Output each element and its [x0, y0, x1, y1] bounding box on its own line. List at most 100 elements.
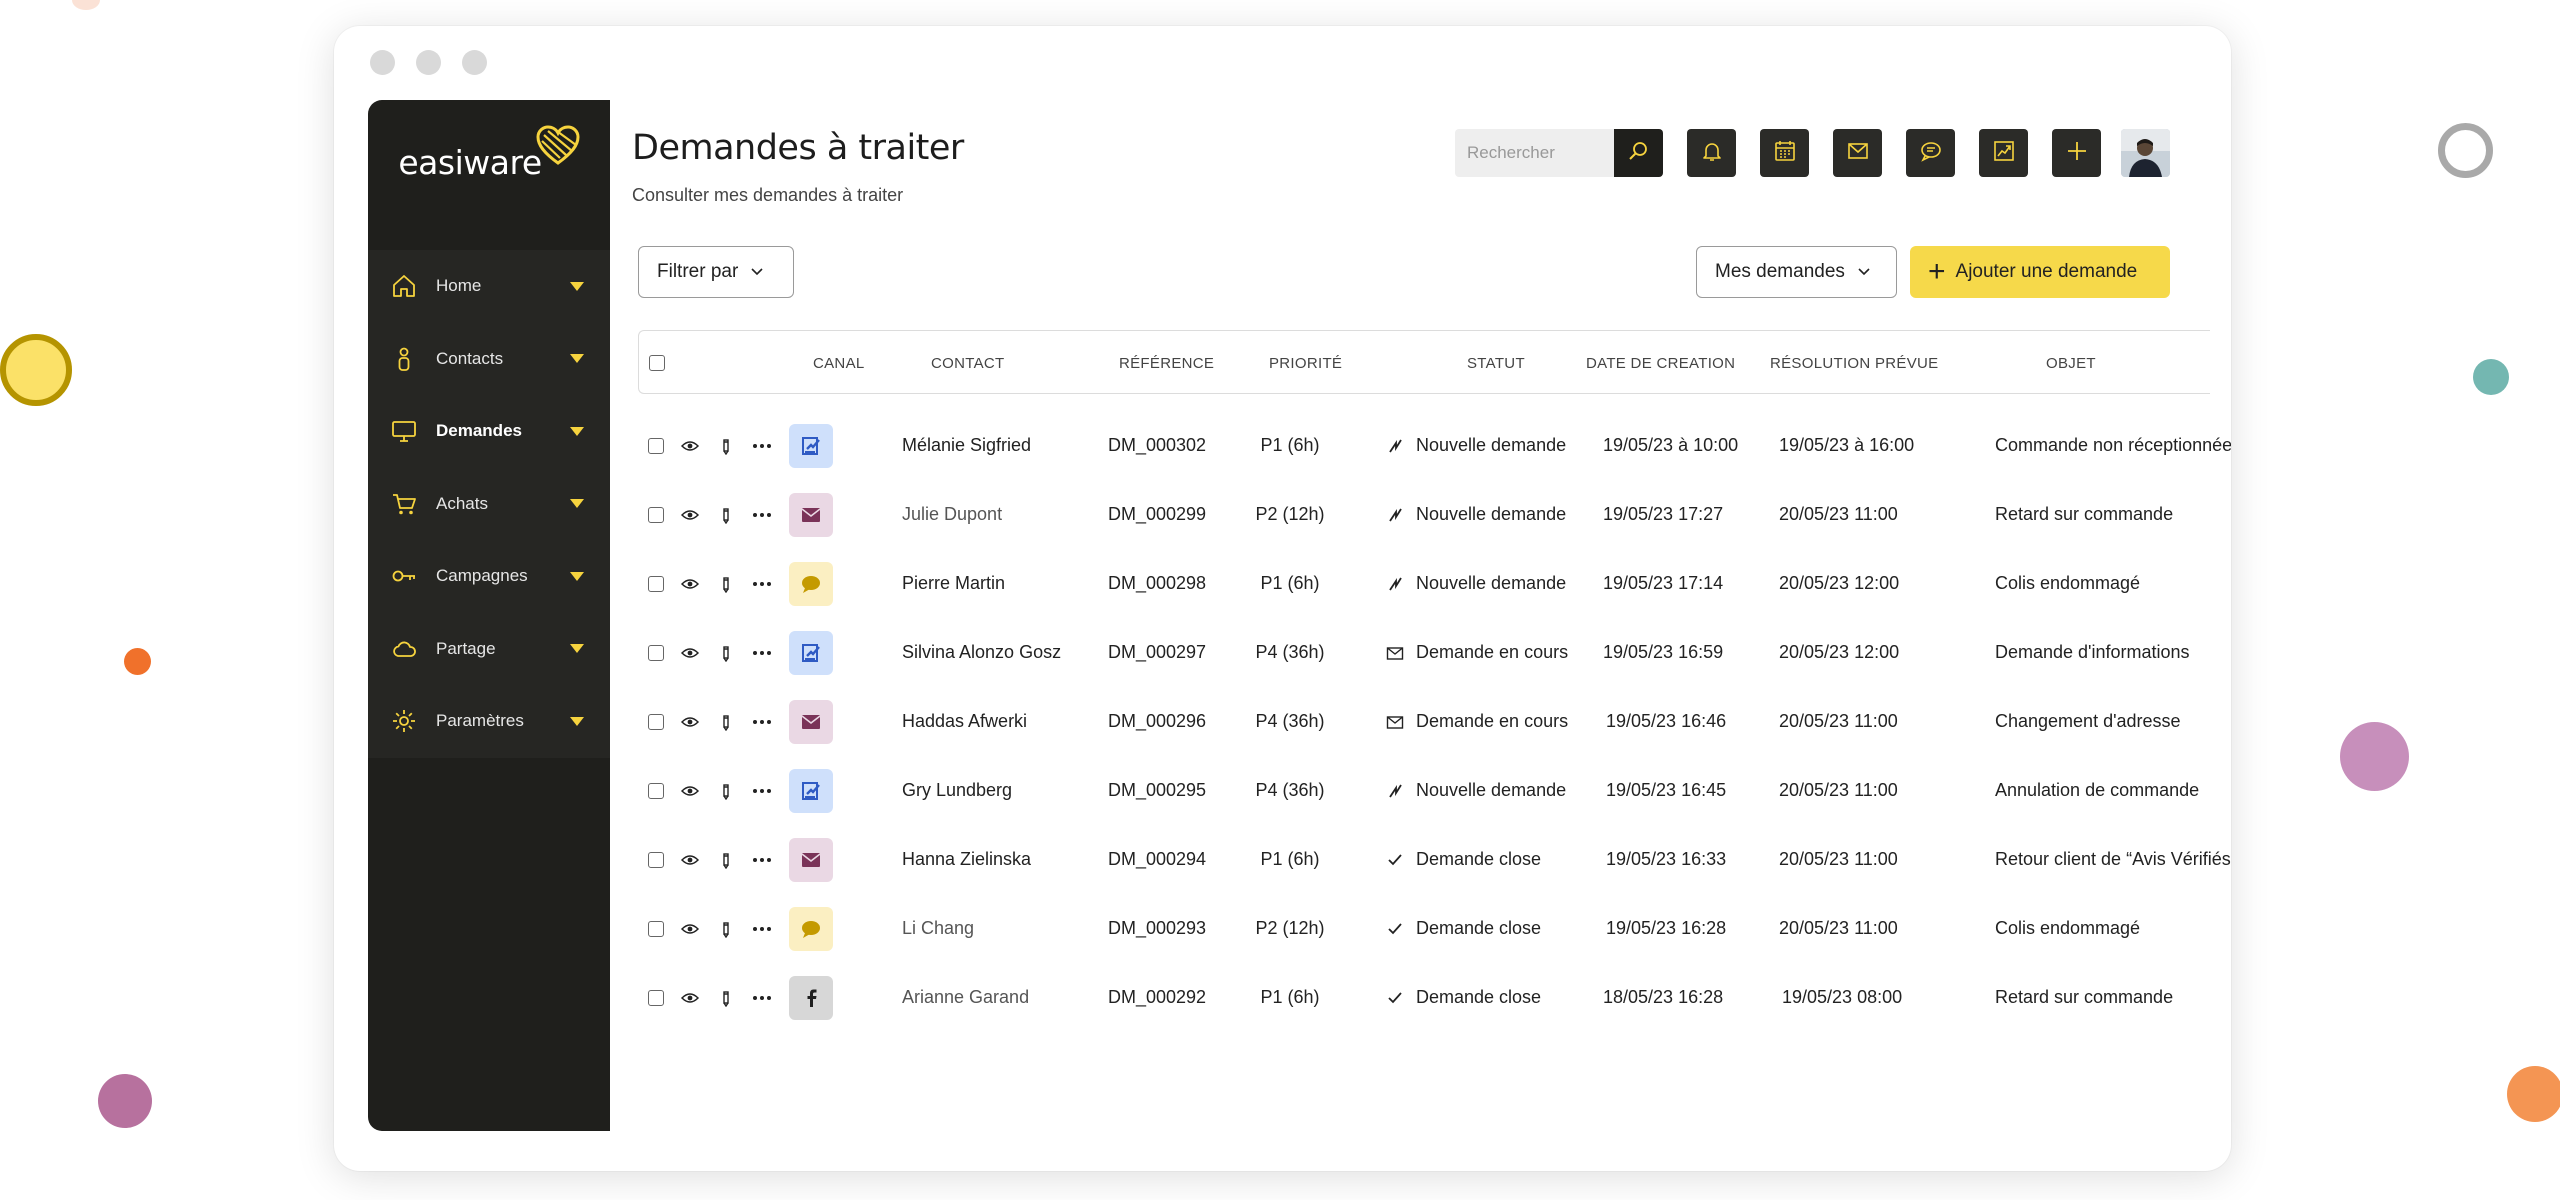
table-row[interactable]: Li Chang DM_000293 P2 (12h) Demande close 19…: [610, 894, 2231, 963]
table-row[interactable]: Gry Lundberg DM_000295 P4 (36h) Nouvelle de…: [610, 756, 2231, 825]
edit-icon[interactable]: [718, 687, 734, 756]
caret-down-icon[interactable]: [570, 499, 584, 509]
table-row[interactable]: Mélanie Sigfried DM_000302 P1 (6h) Nouvelle…: [610, 411, 2231, 480]
edit-icon[interactable]: [718, 618, 734, 687]
edit-icon[interactable]: [718, 963, 734, 1032]
more-options-icon[interactable]: [750, 963, 774, 1032]
row-checkbox[interactable]: [648, 575, 664, 592]
view-icon[interactable]: [678, 480, 702, 549]
notifications-button[interactable]: [1687, 129, 1736, 177]
contact-cell[interactable]: Julie Dupont: [902, 480, 1102, 549]
chat-button[interactable]: [1906, 129, 1955, 177]
column-header-contact[interactable]: CONTACT: [931, 331, 1004, 395]
table-row[interactable]: Julie Dupont DM_000299 P2 (12h) Nouvelle de…: [610, 480, 2231, 549]
caret-down-icon[interactable]: [570, 354, 584, 364]
sidebar-item-partage[interactable]: Partage: [368, 613, 610, 686]
more-options-icon[interactable]: [750, 549, 774, 618]
window-close-dot[interactable]: [370, 50, 395, 75]
status-label: Nouvelle demande: [1416, 573, 1567, 593]
avatar[interactable]: [2121, 129, 2170, 177]
window-maximize-dot[interactable]: [462, 50, 487, 75]
add-request-button[interactable]: + Ajouter une demande: [1910, 246, 2170, 298]
view-icon[interactable]: [678, 963, 702, 1032]
plus-icon: +: [1928, 255, 1946, 288]
row-checkbox[interactable]: [648, 851, 664, 868]
column-header-statut[interactable]: STATUT: [1467, 331, 1525, 395]
canal-cell: [789, 687, 833, 756]
table-row[interactable]: Arianne Garand DM_000292 P1 (6h) Demande cl…: [610, 963, 2231, 1032]
contact-cell[interactable]: Li Chang: [902, 894, 1102, 963]
more-options-icon[interactable]: [750, 756, 774, 825]
more-options-icon[interactable]: [750, 618, 774, 687]
search-button[interactable]: [1614, 129, 1663, 177]
canal-cell: [789, 894, 833, 963]
filter-button[interactable]: Filtrer par: [638, 246, 794, 298]
more-options-icon[interactable]: [750, 894, 774, 963]
add-button[interactable]: [2052, 129, 2101, 177]
more-options-icon[interactable]: [750, 411, 774, 480]
contact-cell[interactable]: Hanna Zielinska: [902, 825, 1102, 894]
column-header-canal[interactable]: CANAL: [813, 331, 865, 395]
more-options-icon[interactable]: [750, 825, 774, 894]
table-row[interactable]: Silvina Alonzo Gosz DM_000297 P4 (36h) Dema…: [610, 618, 2231, 687]
edit-icon[interactable]: [718, 480, 734, 549]
logo[interactable]: easiware: [368, 100, 610, 225]
contact-cell[interactable]: Mélanie Sigfried: [902, 411, 1102, 480]
caret-down-icon[interactable]: [570, 716, 584, 726]
caret-down-icon[interactable]: [570, 426, 584, 436]
view-icon[interactable]: [678, 756, 702, 825]
row-checkbox[interactable]: [648, 782, 664, 799]
edit-icon[interactable]: [718, 825, 734, 894]
sidebar-item-achats[interactable]: Achats: [368, 468, 610, 541]
status-cell: Nouvelle demande: [1386, 756, 1602, 825]
caret-down-icon[interactable]: [570, 281, 584, 291]
search-input[interactable]: [1455, 129, 1615, 177]
view-icon[interactable]: [678, 825, 702, 894]
row-checkbox[interactable]: [648, 506, 664, 523]
contact-cell[interactable]: Pierre Martin: [902, 549, 1102, 618]
edit-icon[interactable]: [718, 411, 734, 480]
sidebar-item-parametres[interactable]: Paramètres: [368, 685, 610, 758]
column-header-objet[interactable]: OBJET: [2046, 331, 2096, 395]
row-checkbox[interactable]: [648, 920, 664, 937]
contact-cell[interactable]: Haddas Afwerki: [902, 687, 1102, 756]
edit-icon[interactable]: [718, 894, 734, 963]
sidebar-item-campagnes[interactable]: Campagnes: [368, 540, 610, 613]
table-row[interactable]: Pierre Martin DM_000298 P1 (6h) Nouvelle de…: [610, 549, 2231, 618]
cart-icon: [390, 490, 418, 518]
column-header-reference[interactable]: RÉFÉRENCE: [1119, 331, 1214, 395]
select-all-checkbox[interactable]: [649, 355, 665, 371]
mail-button[interactable]: [1833, 129, 1882, 177]
stats-button[interactable]: [1979, 129, 2028, 177]
table-row[interactable]: Haddas Afwerki DM_000296 P4 (36h) Demande e…: [610, 687, 2231, 756]
calendar-button[interactable]: [1760, 129, 1809, 177]
column-header-priorite[interactable]: PRIORITÉ: [1269, 331, 1342, 395]
contact-cell[interactable]: Gry Lundberg: [902, 756, 1102, 825]
row-checkbox[interactable]: [648, 644, 664, 661]
row-checkbox[interactable]: [648, 989, 664, 1006]
sidebar-menu: Home Contacts Demandes Achats Campagnes …: [368, 250, 610, 758]
view-icon[interactable]: [678, 894, 702, 963]
view-icon[interactable]: [678, 618, 702, 687]
sidebar-item-demandes[interactable]: Demandes: [368, 395, 610, 468]
sidebar-item-contacts[interactable]: Contacts: [368, 323, 610, 396]
table-row[interactable]: Hanna Zielinska DM_000294 P1 (6h) Demande c…: [610, 825, 2231, 894]
column-header-date-creation[interactable]: DATE DE CREATION: [1586, 331, 1735, 395]
row-checkbox[interactable]: [648, 713, 664, 730]
contact-cell[interactable]: Silvina Alonzo Gosz: [902, 618, 1102, 687]
edit-icon[interactable]: [718, 756, 734, 825]
caret-down-icon[interactable]: [570, 571, 584, 581]
view-icon[interactable]: [678, 549, 702, 618]
contact-cell[interactable]: Arianne Garand: [902, 963, 1102, 1032]
more-options-icon[interactable]: [750, 480, 774, 549]
view-icon[interactable]: [678, 411, 702, 480]
window-minimize-dot[interactable]: [416, 50, 441, 75]
edit-icon[interactable]: [718, 549, 734, 618]
view-select[interactable]: Mes demandes: [1696, 246, 1897, 298]
row-checkbox[interactable]: [648, 437, 664, 454]
column-header-resolution[interactable]: RÉSOLUTION PRÉVUE: [1770, 331, 1938, 395]
view-icon[interactable]: [678, 687, 702, 756]
caret-down-icon[interactable]: [570, 644, 584, 654]
sidebar-item-home[interactable]: Home: [368, 250, 610, 323]
more-options-icon[interactable]: [750, 687, 774, 756]
